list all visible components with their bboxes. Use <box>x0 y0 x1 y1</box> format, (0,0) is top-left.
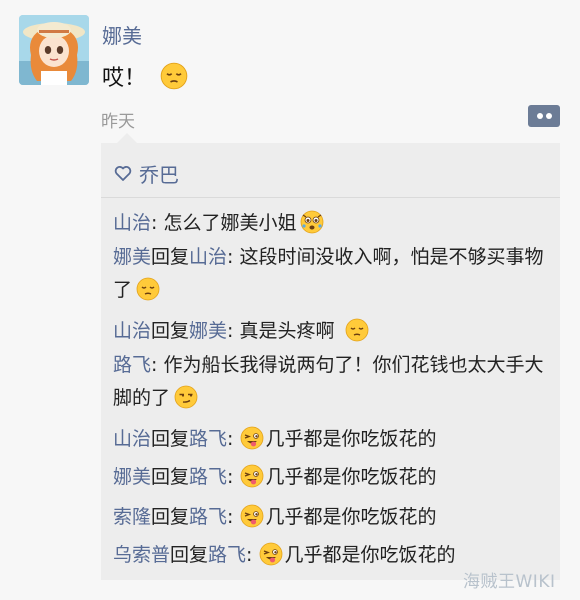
post-time: 昨天 <box>101 112 135 132</box>
reply-target-name[interactable]: 路飞 <box>208 544 246 566</box>
comment-separator: : <box>227 428 240 450</box>
comment-text: 怎么了娜美小姐 <box>163 212 297 234</box>
comment-text: 几乎都是你吃饭花的 <box>265 428 437 450</box>
comment-item[interactable]: 山治: 怎么了娜美小姐 <box>113 207 553 240</box>
comment-separator: : <box>227 466 240 488</box>
reply-target-name[interactable]: 山治 <box>189 246 227 268</box>
dot-icon <box>537 113 543 119</box>
avatar-image <box>19 15 89 85</box>
reply-word: 回复 <box>151 506 190 528</box>
author-name[interactable]: 娜美 <box>102 20 142 49</box>
commenter-name[interactable]: 乌索普 <box>113 544 170 566</box>
watermark: 海贼王WIKI <box>463 572 556 592</box>
comment-text: 几乎都是你吃饭花的 <box>265 466 437 488</box>
tongue-emoji <box>240 464 264 488</box>
reply-word: 回复 <box>151 466 190 488</box>
reply-word: 回复 <box>151 320 190 342</box>
commenter-name[interactable]: 山治 <box>113 212 151 234</box>
comment-area: 乔巴 山治: 怎么了娜美小姐 娜美回复山治: 这段时间没收入啊，怕是不够买事物了… <box>101 133 560 580</box>
comment-item[interactable]: 索隆回复路飞: 几乎都是你吃饭花的 <box>113 501 553 534</box>
commenter-name[interactable]: 娜美 <box>113 466 151 488</box>
more-actions-button[interactable] <box>528 105 560 127</box>
comment-separator: : <box>246 544 259 566</box>
comment-item[interactable]: 娜美回复路飞: 几乎都是你吃饭花的 <box>113 461 553 494</box>
reply-target-name[interactable]: 路飞 <box>189 466 227 488</box>
reply-word: 回复 <box>170 544 209 566</box>
commenter-name[interactable]: 山治 <box>113 320 151 342</box>
tongue-emoji <box>240 504 264 528</box>
reply-word: 回复 <box>151 246 190 268</box>
reply-word: 回复 <box>151 428 190 450</box>
reply-target-name[interactable]: 路飞 <box>189 506 227 528</box>
comment-separator: : <box>227 320 240 342</box>
comment-separator: : <box>227 506 240 528</box>
sigh-emoji <box>345 318 369 342</box>
comment-separator: : <box>151 212 164 234</box>
liker-name[interactable]: 乔巴 <box>139 159 179 188</box>
comment-item[interactable]: 山治回复路飞: 几乎都是你吃饭花的 <box>113 423 553 456</box>
comment-text: 几乎都是你吃饭花的 <box>284 544 456 566</box>
comment-text: 真是头疼啊 <box>239 320 335 342</box>
comment-item[interactable]: 娜美回复山治: 这段时间没收入啊，怕是不够买事物了 <box>113 241 553 307</box>
tongue-emoji <box>259 542 283 566</box>
sigh-emoji <box>136 277 160 301</box>
comment-text: 几乎都是你吃饭花的 <box>265 506 437 528</box>
heart-outline-icon <box>113 163 133 183</box>
comment-separator: : <box>227 246 240 268</box>
divider <box>101 197 560 198</box>
tongue-emoji <box>240 426 264 450</box>
reply-target-name[interactable]: 娜美 <box>189 320 227 342</box>
smirk-emoji <box>174 385 198 409</box>
worried-emoji <box>300 210 324 234</box>
author-avatar[interactable] <box>19 15 89 85</box>
commenter-name[interactable]: 山治 <box>113 428 151 450</box>
commenter-name[interactable]: 娜美 <box>113 246 151 268</box>
sigh-emoji <box>160 62 188 90</box>
post-text: 哎！ <box>102 60 188 92</box>
comment-item[interactable]: 山治回复娜美: 真是头疼啊 <box>113 315 553 348</box>
reply-target-name[interactable]: 路飞 <box>189 428 227 450</box>
comment-separator: : <box>151 354 164 376</box>
likes-row: 乔巴 <box>113 159 179 188</box>
commenter-name[interactable]: 索隆 <box>113 506 151 528</box>
comment-item[interactable]: 路飞: 作为船长我得说两句了！你们花钱也太大手大脚的了 <box>113 349 553 415</box>
post-text-content: 哎！ <box>102 66 147 91</box>
commenter-name[interactable]: 路飞 <box>113 354 151 376</box>
dot-icon <box>546 113 552 119</box>
